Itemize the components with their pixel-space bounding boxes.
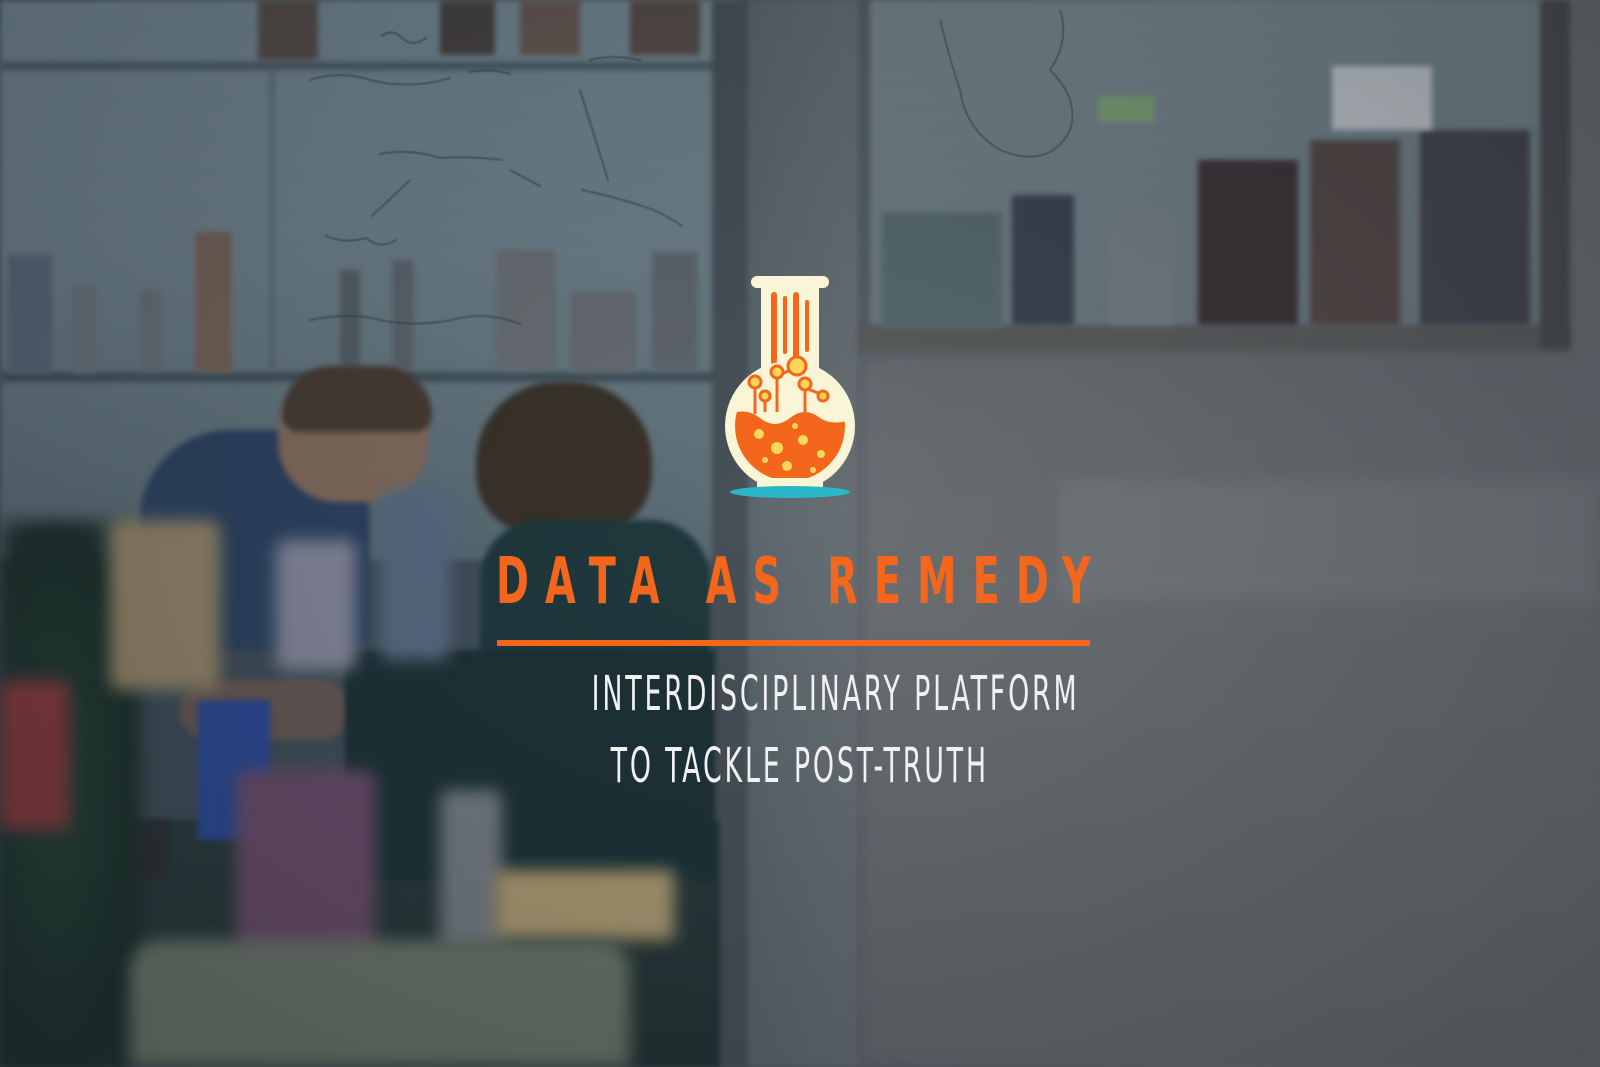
subtitle-line-1-text: INTERDISCIPLINARY PLATFORM: [591, 666, 1080, 722]
brand-title: DATA AS REMEDY: [496, 545, 1107, 619]
subtitle-line-1: INTERDISCIPLINARY PLATFORM: [400, 666, 1200, 722]
flask-icon: [725, 276, 855, 498]
subtitle-line-2: TO TACKLE POST-TRUTH: [400, 738, 1200, 794]
subtitle-line-2-text: TO TACKLE POST-TRUTH: [610, 738, 990, 794]
title-underline: [497, 640, 1090, 646]
brand-block: DATA AS REMEDY INTERDISCIPLINARY PLATFOR…: [0, 0, 1600, 1067]
